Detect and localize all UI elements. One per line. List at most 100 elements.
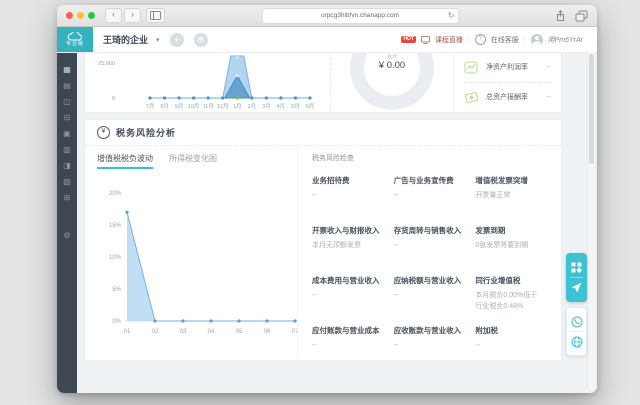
sidebar-toggle-icon (150, 11, 161, 20)
browser-chrome: ‹ › urpcg3hibfvn.chanapp.com ↻ (57, 5, 597, 27)
scrollbar-track[interactable] (587, 52, 595, 390)
metric-label: 净资产利润率 (486, 64, 528, 71)
svg-text:12月: 12月 (217, 103, 229, 110)
username[interactable]: 用Pm6YrAr (548, 35, 583, 45)
section-title: 税务风险分析 (116, 128, 177, 138)
sidebar-item-voucher[interactable]: ▤ (59, 78, 75, 94)
overview-card: 25,000 0 7月 8月 9月 10月 11月 12月 1月 2月 3月 4月 5月 6月 合计 ¥ … (85, 52, 561, 112)
phone-support-button[interactable] (566, 312, 587, 331)
risk-item-industry-vat[interactable]: 同行业增值税 本月税负0.00%低于行业税负0.48% (475, 275, 553, 325)
hot-badge: HOT (401, 36, 416, 43)
sidebar-item-inventory[interactable]: ▥ (59, 142, 75, 158)
paper-plane-icon (571, 282, 582, 293)
sidebar-item-reports[interactable]: ◫ (59, 94, 75, 110)
svg-text:10月: 10月 (188, 103, 200, 110)
svg-text:6月: 6月 (306, 103, 315, 110)
address-bar[interactable]: urpcg3hibfvn.chanapp.com ↻ (261, 7, 459, 24)
close-window-button[interactable] (66, 12, 73, 19)
app-logo[interactable]: 专业版 (57, 27, 93, 52)
phone-icon (571, 316, 582, 327)
svg-text:8月: 8月 (160, 103, 169, 110)
sidebar-item-assets[interactable]: ⊟ (59, 110, 75, 126)
risk-item-tax-vs-revenue[interactable]: 应纳税额与营业收入 -- (394, 275, 476, 325)
sidebar-item-checkout[interactable]: ▧ (59, 174, 75, 190)
main-content: 25,000 0 7月 8月 9月 10月 11月 12月 1月 2月 3月 4月 5月 6月 合计 ¥ … (77, 52, 597, 393)
donut-label: 合计 (386, 54, 397, 60)
tab-vat-burden[interactable]: 增值税税负波动 (97, 153, 153, 169)
share-icon[interactable] (555, 9, 566, 22)
refresh-icon[interactable]: ↻ (448, 9, 455, 22)
risk-item-vat-invoice-surge[interactable]: 增值税发票突增 开票量正常 (475, 175, 553, 225)
svg-text:2月: 2月 (248, 103, 257, 110)
globe-icon (571, 336, 582, 347)
fab-white-group (566, 307, 587, 356)
forward-button[interactable]: › (124, 8, 141, 23)
vat-burden-chart: 20%15%10%5%0%01 02 03 04 05 06 07 (109, 191, 299, 335)
add-company-button[interactable]: + (169, 32, 184, 47)
live-course-icon (420, 35, 430, 44)
svg-text:4月: 4月 (277, 103, 286, 110)
chrome-right-icons (555, 9, 588, 22)
risk-item-ads[interactable]: 广告与业务宣传费 -- (394, 175, 476, 225)
risk-item-surtax[interactable]: 附加税 -- (475, 325, 553, 375)
donut-gauge: 合计 ¥ 0.00 (330, 52, 453, 112)
svg-text:1月: 1月 (233, 103, 242, 110)
zoom-window-button[interactable] (88, 12, 95, 19)
metric-list: 净资产利润率 -- 总资产报酬率 -- (453, 52, 561, 112)
tax-risk-section-icon: ¥ (97, 126, 110, 139)
svg-text:7月: 7月 (146, 103, 155, 110)
metric-row-return-rate[interactable]: 总资产报酬率 -- (464, 83, 551, 112)
risk-item-invoice-vs-report[interactable]: 开票收入与财报收入 本月无顶额发票 (312, 225, 394, 275)
svg-text:10%: 10% (109, 255, 122, 261)
help-icon: ? (474, 34, 486, 45)
company-name[interactable]: 王琦的企业 (103, 33, 148, 46)
risk-item-receivable-vs-revenue[interactable]: 应收账款与营业收入 -- (394, 325, 476, 375)
chevron-down-icon[interactable]: ▾ (156, 36, 160, 44)
metric-row-profit-rate[interactable]: 净资产利润率 -- (464, 53, 551, 83)
metric-value: -- (546, 63, 551, 71)
app-header: 专业版 王琦的企业 ▾ + ⊞ HOT 课程直播 | ? 在线客服 | 用Pm6… (57, 27, 597, 53)
risk-item-inventory-turnover[interactable]: 存货周转与销售收入 -- (394, 225, 476, 275)
tabs-icon[interactable] (575, 10, 588, 22)
more-products-button[interactable] (566, 258, 587, 277)
feedback-button[interactable] (566, 278, 587, 297)
risk-item-entertainment[interactable]: 业务招待费 -- (312, 175, 394, 225)
back-button[interactable]: ‹ (105, 8, 122, 23)
sidebar-item-dashboard[interactable]: ▦ (59, 62, 75, 78)
cloud-icon (67, 32, 82, 41)
traffic-lights (66, 12, 95, 19)
online-support-link[interactable]: 在线客服 (491, 35, 519, 45)
tab-income-tax[interactable]: 所得税变化图 (169, 153, 217, 169)
svg-text:5%: 5% (112, 287, 121, 293)
svg-text:02: 02 (152, 329, 159, 335)
risk-item-grid: 业务招待费 -- 广告与业务宣传费 -- 增值税发票突增 开票量正常 开票收入与财报收… (312, 175, 553, 375)
live-course-link[interactable]: 课程直播 (435, 35, 463, 45)
url-text: urpcg3hibfvn.chanapp.com (320, 12, 400, 19)
svg-text:04: 04 (208, 329, 215, 335)
minimize-window-button[interactable] (77, 12, 84, 19)
svg-text:0: 0 (112, 96, 115, 102)
sidebar-item-salary[interactable]: ◨ (59, 158, 75, 174)
sidebar-nav: ▦ ▤ ◫ ⊟ ▣ ▥ ◨ ▧ ⊞ ⚙ (57, 52, 77, 393)
invoice-trend-chart: 25,000 0 7月 8月 9月 10月 11月 12月 1月 2月 3月 4月 5月 6月 (85, 52, 330, 112)
nav-buttons: ‹ › (105, 8, 141, 23)
website-button[interactable] (566, 332, 587, 351)
svg-text:01: 01 (124, 329, 131, 335)
risk-item-payable-vs-cost[interactable]: 应付账款与营业成本 -- (312, 325, 394, 375)
risk-item-cost-vs-revenue[interactable]: 成本费用与营业收入 -- (312, 275, 394, 325)
sidebar-item-settings[interactable]: ⚙ (59, 228, 75, 244)
tax-risk-card: ¥ 税务风险分析 增值税税负波动 所得税变化图 20% 15% 10% 5% 0% 01 0… (85, 120, 561, 360)
scrollbar-thumb[interactable] (589, 54, 594, 164)
svg-text:15%: 15% (109, 223, 122, 229)
svg-text:20%: 20% (109, 191, 122, 197)
grid-icon (571, 262, 582, 273)
profit-rate-icon (464, 61, 478, 73)
svg-text:0%: 0% (112, 319, 121, 325)
sidebar-toggle-button[interactable] (146, 8, 165, 23)
sidebar-item-invoice[interactable]: ▣ (59, 126, 75, 142)
sidebar-item-apps[interactable]: ⊞ (59, 190, 75, 206)
browser-window: ‹ › urpcg3hibfvn.chanapp.com ↻ 专业版 王琦的企业… (57, 5, 597, 393)
risk-item-invoice-expiry[interactable]: 发票到期 0张发票将要到期 (475, 225, 553, 275)
apps-menu-button[interactable]: ⊞ (193, 32, 208, 47)
avatar[interactable] (530, 33, 543, 46)
